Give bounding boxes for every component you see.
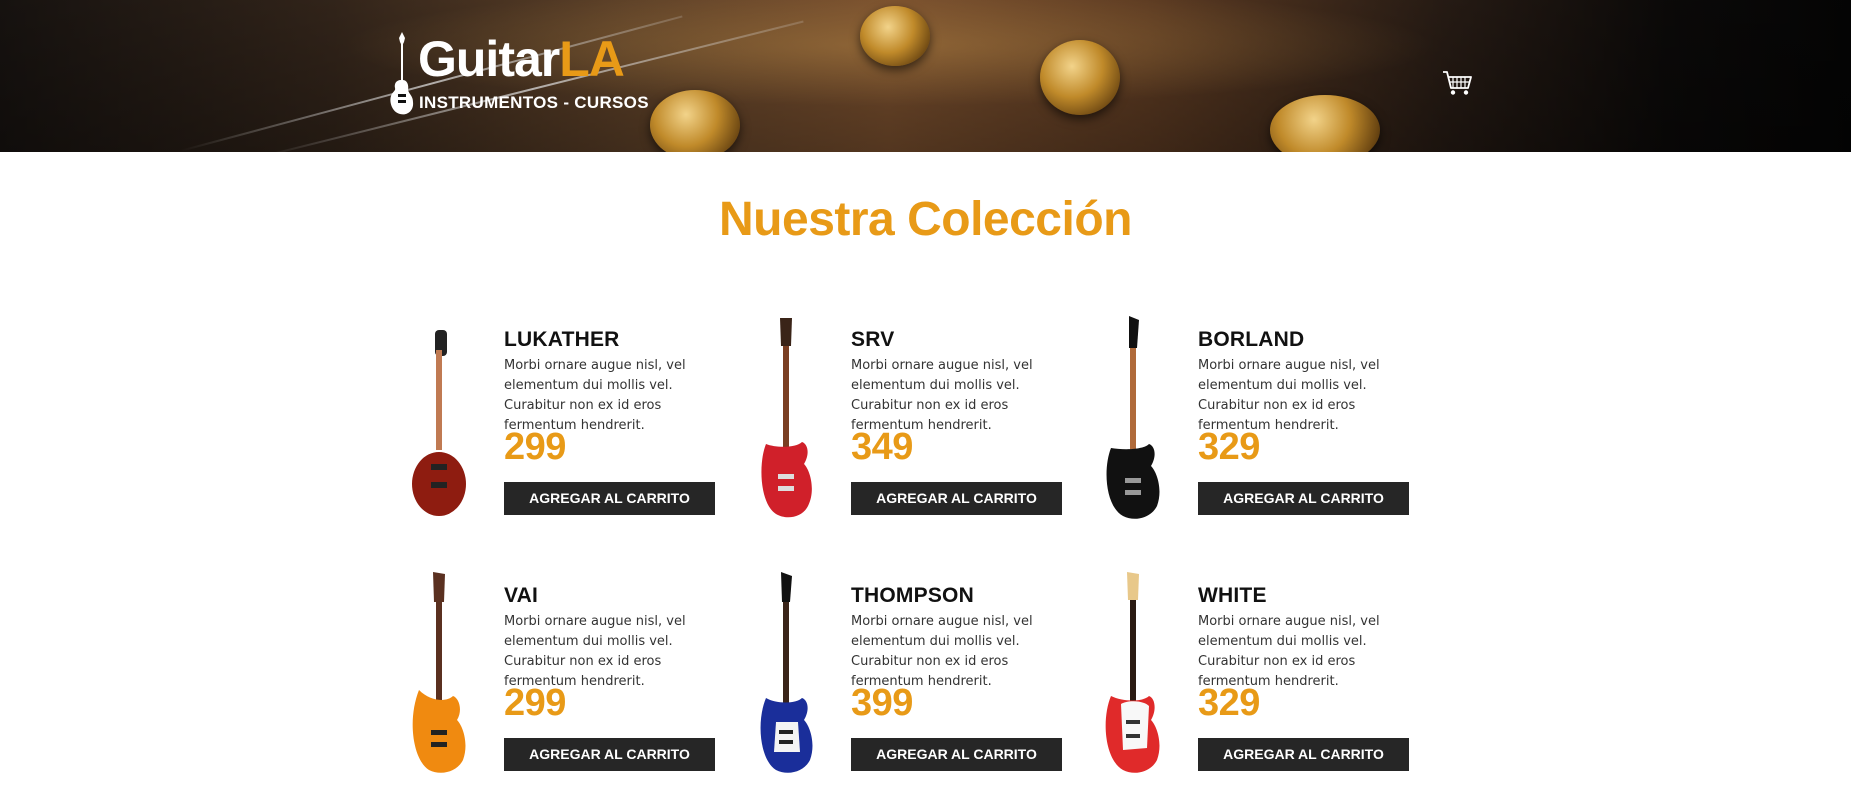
product-card: WHITE Morbi ornare augue nisl, vel eleme… [1093, 570, 1423, 800]
product-name: VAI [504, 584, 539, 607]
product-card: LUKATHER Morbi ornare augue nisl, vel el… [399, 314, 729, 544]
site-logo[interactable]: GuitarLA INSTRUMENTOS - CURSOS [388, 30, 649, 118]
guitar-image [760, 572, 813, 773]
add-to-cart-button[interactable]: AGREGAR AL CARRITO [1198, 482, 1409, 515]
product-card: BORLAND Morbi ornare augue nisl, vel ele… [1093, 314, 1423, 544]
guitar-image [761, 318, 812, 518]
product-name: THOMPSON [851, 584, 974, 607]
add-to-cart-button[interactable]: AGREGAR AL CARRITO [1198, 738, 1409, 771]
guitar-image [412, 330, 466, 516]
product-name: SRV [851, 328, 895, 351]
product-price: 399 [851, 682, 913, 724]
product-name: BORLAND [1198, 328, 1305, 351]
add-to-cart-button[interactable]: AGREGAR AL CARRITO [504, 482, 715, 515]
add-to-cart-button[interactable]: AGREGAR AL CARRITO [851, 482, 1062, 515]
product-price: 329 [1198, 682, 1260, 724]
add-to-cart-button[interactable]: AGREGAR AL CARRITO [851, 738, 1062, 771]
product-name: WHITE [1198, 584, 1267, 607]
product-price: 299 [504, 682, 566, 724]
site-header: GuitarLA INSTRUMENTOS - CURSOS [0, 0, 1851, 152]
product-description: Morbi ornare augue nisl, vel elementum d… [504, 358, 686, 433]
guitar-image [1105, 572, 1160, 773]
guitar-image [1106, 316, 1160, 519]
guitar-image [412, 572, 466, 773]
product-description: Morbi ornare augue nisl, vel elementum d… [1198, 614, 1380, 689]
logo-tagline: INSTRUMENTOS - CURSOS [419, 93, 649, 112]
product-price: 349 [851, 426, 913, 468]
guitar-logo-icon [390, 32, 414, 115]
product-price: 299 [504, 426, 566, 468]
product-card: VAI Morbi ornare augue nisl, vel element… [399, 570, 729, 800]
product-description: Morbi ornare augue nisl, vel elementum d… [851, 358, 1033, 433]
product-price: 329 [1198, 426, 1260, 468]
page-title: Nuestra Colección [719, 193, 1132, 246]
logo-wordmark: GuitarLA [418, 31, 625, 87]
product-description: Morbi ornare augue nisl, vel elementum d… [851, 614, 1033, 689]
product-description: Morbi ornare augue nisl, vel elementum d… [1198, 358, 1380, 433]
product-name: LUKATHER [504, 328, 620, 351]
product-card: THOMPSON Morbi ornare augue nisl, vel el… [746, 570, 1076, 800]
tuning-peg [650, 90, 740, 152]
tuning-peg [1040, 40, 1120, 115]
product-description: Morbi ornare augue nisl, vel elementum d… [504, 614, 686, 689]
shopping-cart-icon[interactable] [1442, 70, 1472, 96]
add-to-cart-button[interactable]: AGREGAR AL CARRITO [504, 738, 715, 771]
product-card: SRV Morbi ornare augue nisl, vel element… [746, 314, 1076, 544]
tuning-peg [860, 6, 930, 66]
